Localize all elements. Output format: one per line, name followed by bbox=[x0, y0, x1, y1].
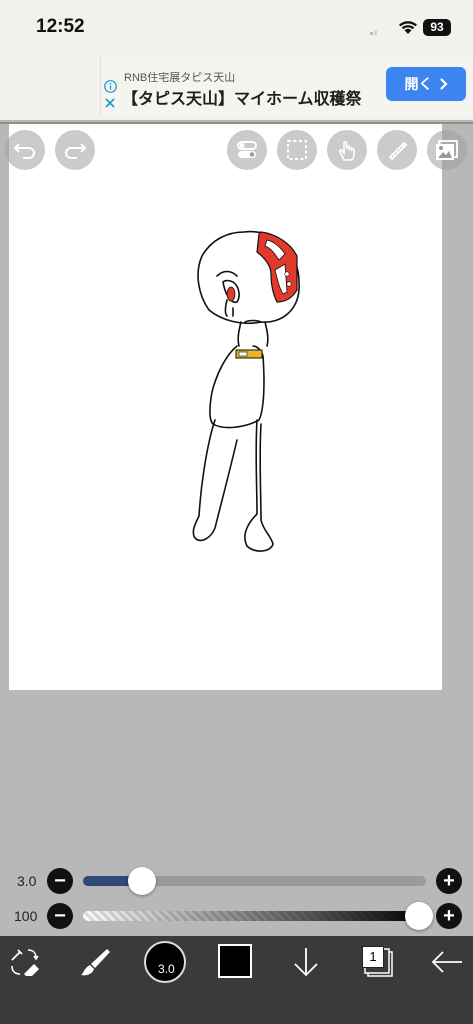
opacity-track[interactable] bbox=[83, 911, 426, 921]
transform-eraser-icon bbox=[11, 949, 39, 976]
layers-button[interactable]: 1 bbox=[354, 940, 398, 980]
touch-button[interactable] bbox=[327, 130, 367, 170]
brush-size-plus-button[interactable]: + bbox=[436, 868, 462, 894]
brush-icon bbox=[81, 949, 110, 976]
opacity-minus-button[interactable]: − bbox=[47, 903, 73, 929]
opacity-thumb[interactable] bbox=[405, 902, 433, 930]
image-layer-button[interactable] bbox=[427, 130, 467, 170]
brush-button[interactable] bbox=[70, 936, 120, 988]
wifi-icon bbox=[399, 21, 417, 34]
ad-advertiser: RNB住宅展タピス天山 bbox=[124, 72, 236, 84]
touch-icon bbox=[338, 141, 355, 161]
brush-size-label: 3.0 bbox=[17, 873, 37, 889]
brush-size-value: 3.0 bbox=[158, 962, 175, 976]
download-button[interactable] bbox=[281, 936, 331, 988]
transform-eraser-button[interactable] bbox=[0, 936, 50, 988]
battery-level: 93 bbox=[430, 20, 444, 34]
minus-icon: − bbox=[54, 870, 66, 892]
plus-icon: + bbox=[443, 870, 455, 892]
info-icon[interactable] bbox=[104, 80, 117, 93]
opacity-label: 100 bbox=[14, 908, 38, 924]
back-button[interactable] bbox=[422, 936, 472, 988]
download-icon bbox=[294, 948, 318, 977]
image-layer-icon bbox=[436, 140, 458, 160]
drawing-canvas[interactable] bbox=[9, 124, 442, 690]
minus-icon: − bbox=[54, 905, 66, 927]
selection-icon bbox=[287, 140, 307, 160]
color-swatch-button[interactable] bbox=[218, 944, 252, 978]
ad-open-label: 開く bbox=[404, 76, 433, 92]
ad-headline[interactable]: 【タピス天山】マイホーム収穫祭 bbox=[122, 85, 362, 109]
redo-button[interactable] bbox=[55, 130, 95, 170]
battery-icon: 93 bbox=[423, 19, 451, 36]
undo-icon bbox=[13, 143, 35, 159]
opacity-plus-button[interactable]: + bbox=[436, 903, 462, 929]
undo-button[interactable] bbox=[5, 130, 45, 170]
status-bar: 12:52 93 bbox=[0, 0, 473, 56]
toggle-settings-icon bbox=[237, 141, 257, 158]
selection-button[interactable] bbox=[277, 130, 317, 170]
character-drawing bbox=[192, 230, 300, 552]
close-icon[interactable] bbox=[104, 97, 116, 109]
chevron-right-icon bbox=[439, 78, 448, 90]
status-time: 12:52 bbox=[36, 16, 85, 37]
brush-size-minus-button[interactable]: − bbox=[47, 868, 73, 894]
pen-ruler-icon bbox=[388, 141, 408, 161]
back-arrow-icon bbox=[431, 951, 462, 973]
pen-ruler-button[interactable] bbox=[377, 130, 417, 170]
layer-count: 1 bbox=[362, 946, 384, 968]
settings-toggle-button[interactable] bbox=[227, 130, 267, 170]
redo-icon bbox=[65, 143, 87, 159]
plus-icon: + bbox=[443, 905, 455, 927]
ad-open-button[interactable]: 開く bbox=[386, 67, 466, 101]
brush-size-thumb[interactable] bbox=[127, 867, 156, 895]
signal-icon bbox=[370, 30, 377, 35]
